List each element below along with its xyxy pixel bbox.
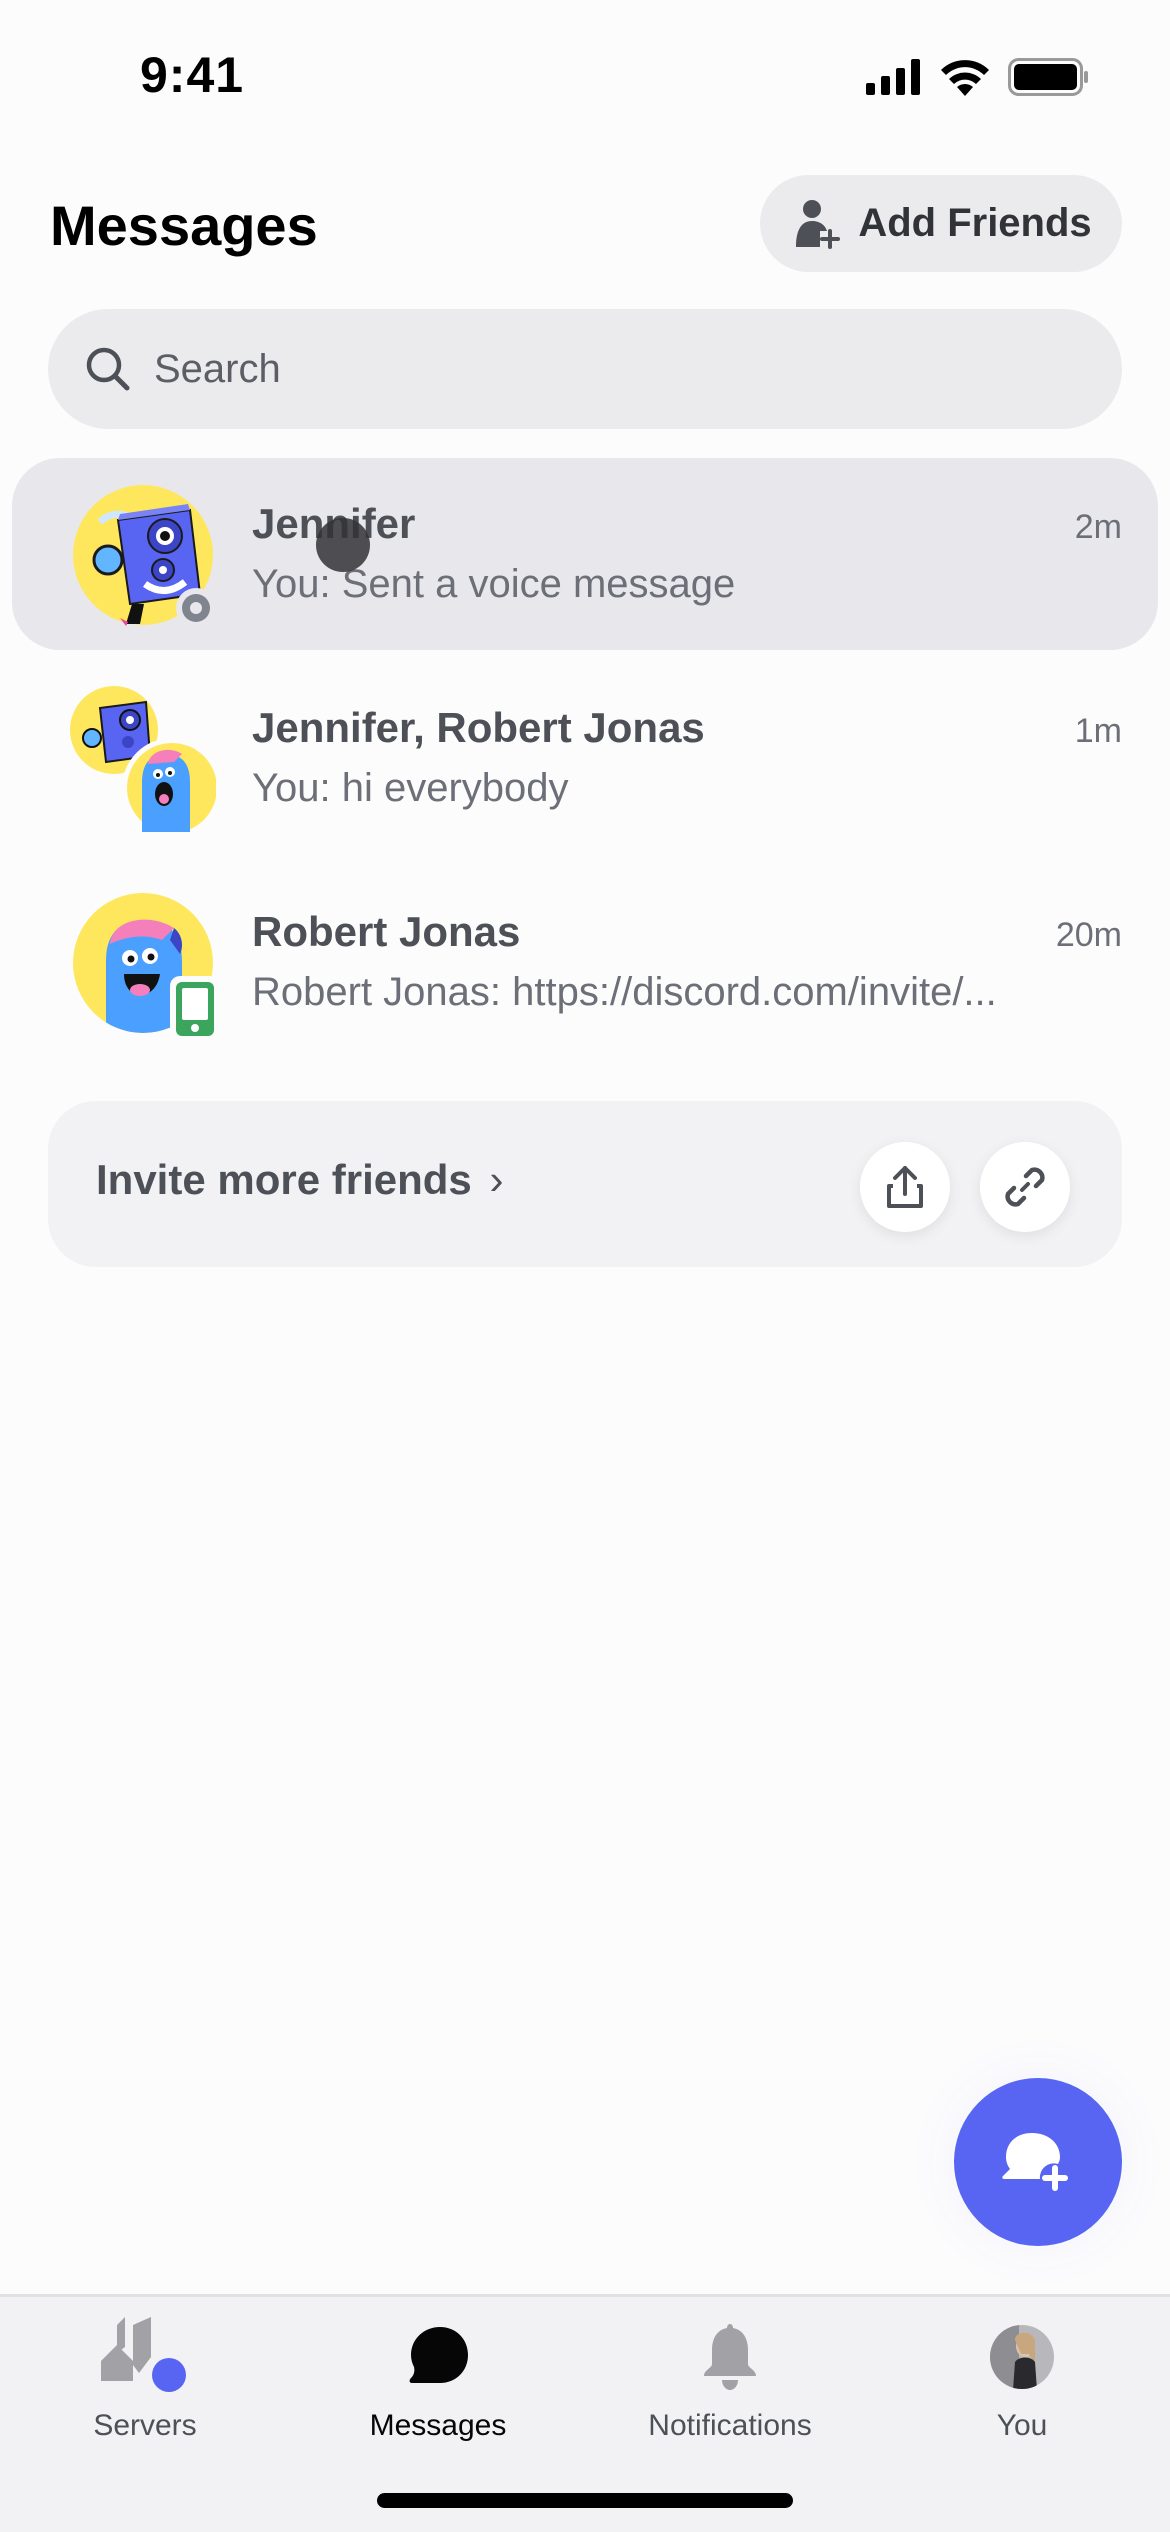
dm-preview: You: Sent a voice message — [252, 562, 736, 606]
dm-time: 2m — [1074, 508, 1122, 546]
tab-label: Notifications — [648, 2409, 812, 2442]
battery-icon — [1008, 58, 1088, 96]
dm-item-robert-jonas[interactable]: Robert Jonas Robert Jonas: https://disco… — [12, 866, 1158, 1058]
tab-label: You — [996, 2409, 1048, 2442]
chevron-right-icon: › — [489, 1156, 504, 1203]
cellular-signal-icon — [866, 59, 920, 95]
dm-item-group-jennifer-robert[interactable]: Jennifer, Robert Jonas You: hi everybody… — [12, 662, 1158, 854]
avatar — [70, 482, 216, 628]
status-time: 9:41 — [140, 47, 245, 103]
dm-name: Jennifer, Robert Jonas — [252, 704, 705, 751]
page-title: Messages — [50, 194, 318, 257]
status-icons — [866, 58, 1090, 96]
invite-card: Invite more friends › — [48, 1101, 1122, 1267]
profile-avatar — [990, 2325, 1054, 2389]
group-avatar-stack — [70, 686, 222, 838]
bell-icon — [704, 2324, 756, 2390]
tab-you[interactable]: You — [922, 2317, 1122, 2447]
tab-messages[interactable]: Messages — [338, 2317, 538, 2447]
invite-more-friends-link[interactable]: Invite more friends › — [96, 1156, 503, 1204]
search-bar[interactable] — [48, 309, 1122, 429]
tab-servers[interactable]: Servers — [45, 2317, 245, 2447]
invite-label: Invite more friends — [96, 1156, 472, 1203]
servers-icon — [101, 2317, 186, 2392]
header: Messages Add Friends — [0, 175, 1170, 275]
new-message-button[interactable] — [954, 2078, 1122, 2246]
dm-preview: You: hi everybody — [252, 766, 569, 810]
dm-item-jennifer[interactable]: Jennifer You: Sent a voice message 2m — [12, 458, 1158, 650]
touch-indicator — [316, 518, 370, 572]
avatar — [70, 890, 220, 1042]
add-user-icon — [796, 199, 841, 249]
status-bar: 9:41 — [0, 0, 1170, 150]
home-indicator — [377, 2493, 793, 2508]
tab-label: Servers — [93, 2409, 197, 2442]
dm-list: Jennifer You: Sent a voice message 2m — [0, 458, 1170, 1070]
dm-name: Robert Jonas — [252, 908, 521, 955]
add-friends-label: Add Friends — [858, 201, 1092, 245]
share-button[interactable] — [860, 1142, 950, 1232]
dm-time: 20m — [1055, 916, 1122, 954]
new-message-icon — [1002, 2133, 1068, 2191]
add-friends-button[interactable]: Add Friends — [760, 175, 1122, 272]
tab-notifications[interactable]: Notifications — [630, 2317, 830, 2447]
status-mobile-icon — [170, 976, 220, 1042]
tab-label: Messages — [369, 2409, 507, 2442]
status-idle-icon — [176, 588, 216, 628]
search-input[interactable] — [154, 346, 1054, 392]
copy-link-button[interactable] — [980, 1142, 1070, 1232]
search-icon — [86, 347, 130, 391]
group-avatar — [70, 686, 222, 838]
wifi-icon — [941, 60, 989, 96]
share-icon — [887, 1166, 923, 1208]
dm-preview: Robert Jonas: https://discord.com/invite… — [252, 970, 997, 1014]
messages-icon — [409, 2327, 468, 2383]
dm-time: 1m — [1074, 712, 1122, 750]
link-icon — [1005, 1167, 1045, 1207]
